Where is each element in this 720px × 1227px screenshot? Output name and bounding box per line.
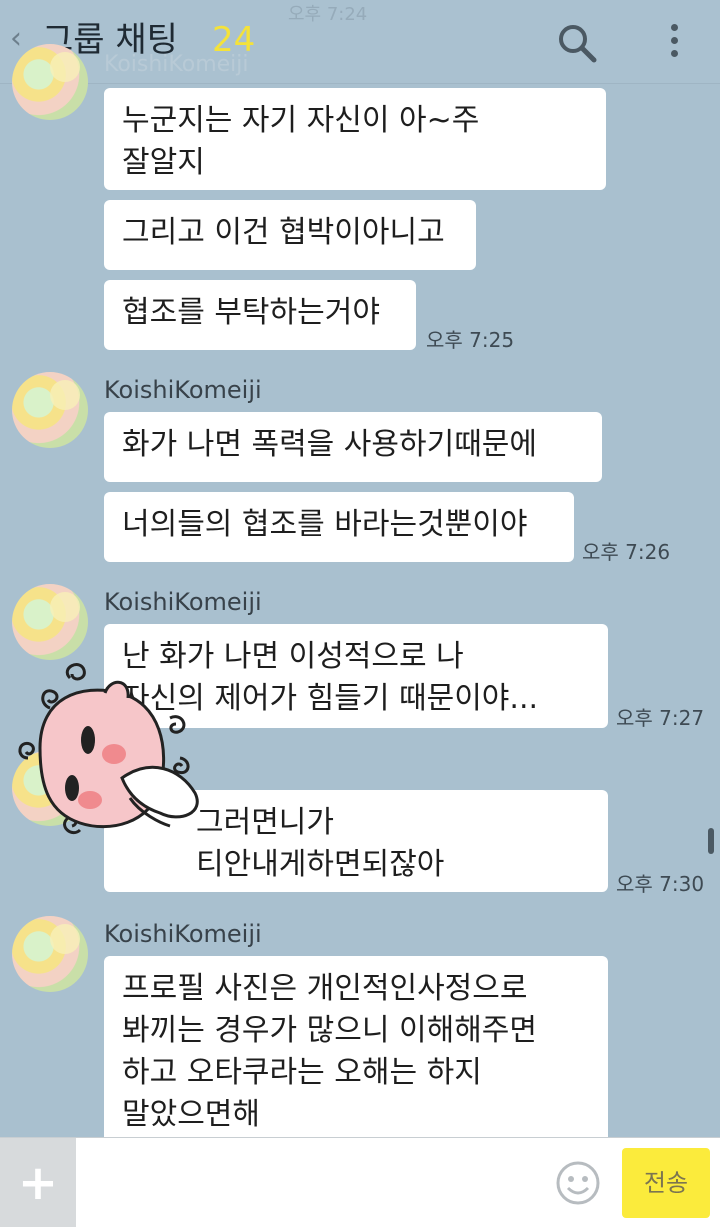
message-input[interactable] — [84, 1148, 544, 1218]
back-button[interactable]: ‹ — [10, 24, 22, 54]
sender-name: KoishiKomeiji — [104, 376, 262, 404]
attach-plus-button[interactable]: + — [0, 1138, 76, 1227]
search-icon[interactable] — [556, 22, 598, 64]
message-time: 오후 7:25 — [426, 328, 515, 352]
sender-name: KoishiKomeiji — [104, 588, 262, 616]
avatar[interactable] — [12, 372, 88, 448]
message-bubble[interactable]: 협조를 부탁하는거야 — [104, 280, 416, 350]
send-button[interactable]: 전송 — [622, 1148, 710, 1218]
more-vertical-icon[interactable] — [664, 20, 684, 64]
avatar[interactable] — [12, 916, 88, 992]
message-composer: + 전송 — [0, 1137, 720, 1227]
message-bubble[interactable]: 너의들의 협조를 바라는것뿐이야 — [104, 492, 574, 562]
message-bubble[interactable]: 프로필 사진은 개인적인사정으로 봐끼는 경우가 많으니 이해해주면 하고 오타… — [104, 956, 608, 1146]
message-bubble[interactable]: 그리고 이건 협박이아니고 — [104, 200, 476, 270]
message-time: 오후 7:26 — [582, 540, 671, 564]
avatar[interactable] — [12, 44, 88, 120]
message-bubble[interactable]: 누군지는 자기 자신이 아~주 잘알지 — [104, 88, 606, 190]
scrollbar[interactable] — [708, 828, 714, 854]
emoji-icon[interactable] — [555, 1160, 601, 1206]
message-time: 오후 7:27 — [616, 706, 705, 730]
sender-name: KoishiKomeiji — [104, 920, 262, 948]
peach-sticker — [18, 663, 199, 835]
faded-timestamp: 오후 7:24 — [288, 4, 368, 25]
faded-sender-name: KoishiKomeiji — [104, 52, 249, 77]
message-bubble[interactable]: 화가 나면 폭력을 사용하기때문에 — [104, 412, 602, 482]
message-time: 오후 7:30 — [616, 872, 705, 896]
